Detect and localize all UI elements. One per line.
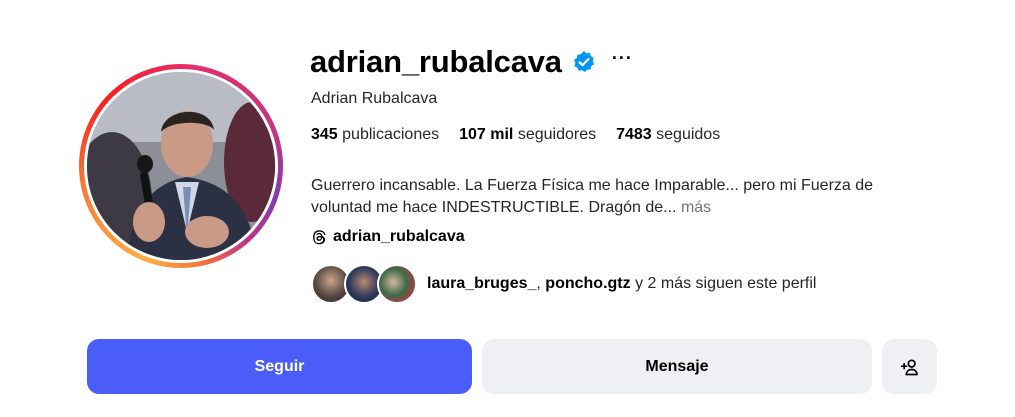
username-row: adrian_rubalcava ··· <box>310 42 633 82</box>
avatar-border <box>84 69 278 263</box>
avatar-story-ring[interactable] <box>79 64 283 268</box>
threads-handle: adrian_rubalcava <box>333 228 465 245</box>
follow-button[interactable]: Seguir <box>87 339 472 394</box>
followed-by-text: laura_bruges_, poncho.gtz y 2 más siguen… <box>427 275 816 293</box>
avatar-portrait <box>87 72 275 260</box>
username: adrian_rubalcava <box>310 44 562 79</box>
profile-stats: 345 publicaciones 107 mil seguidores 748… <box>311 126 720 144</box>
following-label: seguidos <box>656 126 721 143</box>
suggest-users-button[interactable] <box>882 339 937 394</box>
follower-avatars <box>311 264 419 304</box>
posts-stat: 345 publicaciones <box>311 126 439 144</box>
follower-name[interactable]: laura_bruges_ <box>427 275 536 292</box>
verified-badge-icon <box>573 51 594 72</box>
add-user-icon <box>900 359 918 375</box>
posts-count: 345 <box>311 126 338 143</box>
threads-icon <box>313 230 326 245</box>
avatar[interactable] <box>87 72 275 260</box>
followed-by[interactable]: laura_bruges_, poncho.gtz y 2 más siguen… <box>311 264 816 304</box>
bio: Guerrero incansable. La Fuerza Física me… <box>311 175 931 219</box>
following-stat[interactable]: 7483 seguidos <box>616 126 720 144</box>
followers-stat[interactable]: 107 mil seguidores <box>459 126 596 144</box>
followers-count: 107 mil <box>459 126 514 143</box>
posts-label: publicaciones <box>342 126 440 143</box>
follower-separator: , <box>536 275 541 292</box>
follower-avatar <box>377 264 417 304</box>
followers-label: seguidores <box>517 126 597 143</box>
full-name: Adrian Rubalcava <box>311 90 438 107</box>
follower-name[interactable]: poncho.gtz <box>545 275 630 292</box>
followed-by-suffix: y 2 más siguen este perfil <box>635 275 817 292</box>
threads-link[interactable]: adrian_rubalcava <box>311 228 465 246</box>
following-count: 7483 <box>616 126 652 143</box>
bio-text: Guerrero incansable. La Fuerza Física me… <box>311 177 874 216</box>
more-options-icon[interactable]: ··· <box>612 49 633 67</box>
bio-more-link[interactable]: más <box>681 199 711 216</box>
message-button[interactable]: Mensaje <box>482 339 872 394</box>
